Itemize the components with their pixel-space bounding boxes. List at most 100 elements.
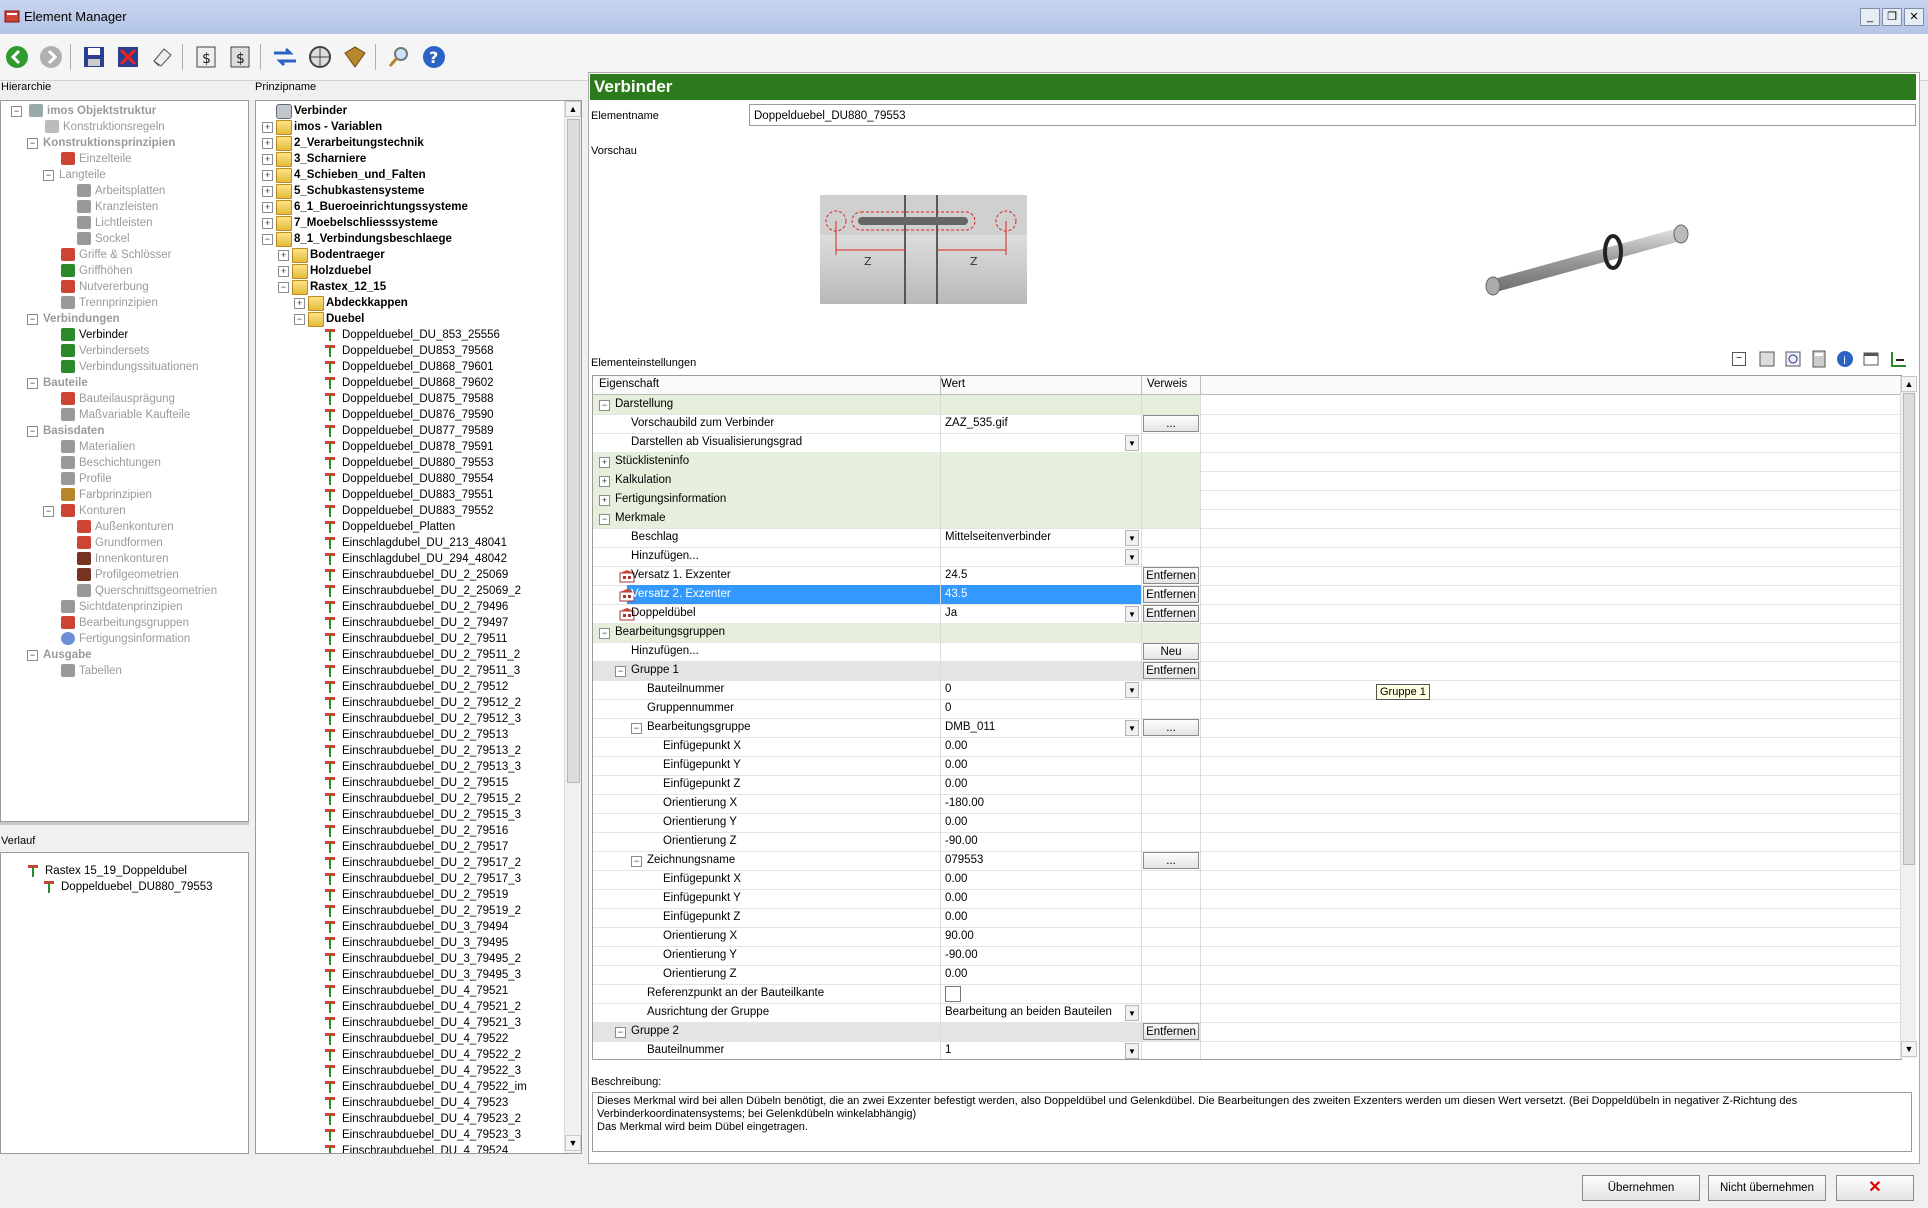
connector-item[interactable]: Einschraubduebel_DU_2_79511 [342,631,507,647]
expander-toggle[interactable]: − [11,106,22,117]
hierarchy-item[interactable]: Bauteile [43,375,88,391]
history-item[interactable]: Rastex 15_19_Doppeldubel [45,863,187,879]
property-value[interactable]: 43.5 [945,585,967,604]
reference-checkbox[interactable] [945,986,961,1002]
grid-row[interactable]: − Bearbeitungsgruppen [593,623,1901,643]
connector-item[interactable]: Einschraubduebel_DU_3_79495_3 [342,967,521,983]
folder-item[interactable]: Abdeckkappen [326,295,408,311]
connector-item[interactable]: Einschlagdubel_DU_213_48041 [342,535,507,551]
connector-item[interactable]: Doppelduebel_DU868_79602 [342,375,494,391]
expander-toggle[interactable]: + [262,154,273,165]
grid-row[interactable]: − Gruppe 1 Entfernen [593,661,1901,681]
expander-toggle[interactable]: + [262,122,273,133]
connector-item[interactable]: Doppelduebel_DU_853_25556 [342,327,500,343]
grid-row[interactable]: − Zeichnungsname 079553... [593,851,1901,871]
property-value[interactable]: Mittelseitenverbinder [945,528,1051,547]
property-value[interactable]: -180.00 [945,794,984,813]
col-verweis-header[interactable]: Verweis [1147,378,1187,390]
connector-item[interactable]: Einschraubduebel_DU_4_79522 [342,1031,508,1047]
hierarchy-item[interactable]: Langteile [59,167,106,183]
hierarchy-item[interactable]: Verbindungssituationen [79,359,199,375]
connector-item[interactable]: Einschraubduebel_DU_2_79511_3 [342,663,520,679]
grid-row[interactable]: Orientierung X 90.00 [593,927,1901,947]
chevron-down-icon[interactable]: ▼ [1125,1005,1139,1021]
folder-item[interactable]: 3_Scharniere [294,151,366,167]
expander-toggle[interactable]: + [262,202,273,213]
property-value[interactable]: -90.00 [945,946,978,965]
grid-row[interactable]: − Gruppe 2 Entfernen [593,1022,1901,1042]
connector-item[interactable]: Einschraubduebel_DU_4_79521 [342,983,508,999]
folder-item[interactable]: 4_Schieben_und_Falten [294,167,426,183]
connector-item[interactable]: Einschraubduebel_DU_2_79497 [342,615,508,631]
grid-row[interactable]: Orientierung Z -90.00 [593,832,1901,852]
apply-button[interactable]: Übernehmen [1582,1175,1700,1201]
hierarchy-item[interactable]: Sockel [95,231,130,247]
grid-row[interactable]: Einfügepunkt X 0.00 [593,737,1901,757]
hierarchy-item[interactable]: imos Objektstruktur [47,103,156,119]
hierarchy-item[interactable]: Verbinder [79,327,128,343]
reference-button[interactable]: Entfernen [1143,567,1199,584]
save-button[interactable] [80,43,108,71]
grid-row[interactable]: Orientierung Y -90.00 [593,946,1901,966]
expander-toggle[interactable]: + [599,495,610,506]
grid-row[interactable]: Hinzufügen... ▼ [593,547,1901,567]
connector-item[interactable]: Einschraubduebel_DU_4_79522_im [342,1079,527,1095]
expander-toggle[interactable]: − [599,514,610,525]
grid-row[interactable]: Vorschaubild zum Verbinder ZAZ_535.gif... [593,414,1901,434]
hierarchy-item[interactable]: Materialien [79,439,135,455]
folder-item[interactable]: 2_Verarbeitungstechnik [294,135,424,151]
connector-item[interactable]: Doppelduebel_DU853_79568 [342,343,494,359]
expander-toggle[interactable]: − [27,426,38,437]
connector-item[interactable]: Einschraubduebel_DU_2_79519_2 [342,903,521,919]
folder-item[interactable]: Verbinder [294,103,347,119]
hierarchy-item[interactable]: Kranzleisten [95,199,158,215]
import-button[interactable]: $ [192,43,220,71]
grid-row[interactable]: Orientierung Y 0.00 [593,813,1901,833]
connector-item[interactable]: Einschraubduebel_DU_2_79512_3 [342,711,521,727]
hierarchy-item[interactable]: Fertigungsinformation [79,631,190,647]
grid-row[interactable]: Versatz 2. Exzenter 43.5 Entfernen [593,585,1901,605]
connector-item[interactable]: Einschraubduebel_DU_2_79515_2 [342,791,521,807]
reference-button[interactable]: Entfernen [1143,662,1199,679]
folder-item[interactable]: imos - Variablen [294,119,382,135]
connector-item[interactable]: Einschraubduebel_DU_2_79512 [342,679,508,695]
hierarchy-item[interactable]: Grundformen [95,535,163,551]
folder-item[interactable]: 8_1_Verbindungsbeschlaege [294,231,452,247]
grid-row[interactable]: Einfügepunkt Z 0.00 [593,908,1901,928]
connector-item[interactable]: Einschraubduebel_DU_3_79495 [342,935,508,951]
connector-item[interactable]: Einschraubduebel_DU_2_79515 [342,775,508,791]
folder-item[interactable]: 5_Schubkastensysteme [294,183,424,199]
grid-row[interactable]: Bauteilnummer 0 ▼ [593,680,1901,700]
grid-row[interactable]: Bauteilnummer 1 ▼ [593,1041,1901,1059]
connector-item[interactable]: Doppelduebel_DU883_79551 [342,487,494,503]
splitter[interactable] [0,822,249,825]
chevron-down-icon[interactable]: ▼ [1125,606,1139,622]
expander-toggle[interactable]: − [294,314,305,325]
elementname-input[interactable]: Doppelduebel_DU880_79553 [749,104,1916,126]
connector-item[interactable]: Doppelduebel_DU878_79591 [342,439,494,455]
restore-button[interactable]: ❐ [1882,8,1902,26]
connector-item[interactable]: Einschraubduebel_DU_4_79521_2 [342,999,521,1015]
connector-item[interactable]: Einschraubduebel_DU_4_79523_2 [342,1111,521,1127]
hierarchy-item[interactable]: Tabellen [79,663,122,679]
hierarchy-item[interactable]: Konstruktionsprinzipien [43,135,175,151]
grid-row[interactable]: Darstellen ab Visualisierungsgrad ▼ [593,433,1901,453]
connector-item[interactable]: Einschlagdubel_DU_294_48042 [342,551,507,567]
filter-button[interactable] [306,43,334,71]
col-eigenschaft-header[interactable]: Eigenschaft [599,378,659,390]
property-value[interactable]: 0.00 [945,908,967,927]
property-value[interactable]: 90.00 [945,927,974,946]
reference-button[interactable]: ... [1143,415,1199,432]
property-value[interactable]: 0.00 [945,737,967,756]
hierarchy-item[interactable]: Farbprinzipien [79,487,152,503]
hierarchy-item[interactable]: Arbeitsplatten [95,183,165,199]
grid-row[interactable]: Hinzufügen... Neu [593,642,1901,662]
info-icon[interactable]: i [1836,350,1854,368]
connector-item[interactable]: Einschraubduebel_DU_4_79523 [342,1095,508,1111]
hierarchy-item[interactable]: Ausgabe [43,647,92,663]
expander-toggle[interactable]: − [631,856,642,867]
folder-item[interactable]: Bodentraeger [310,247,385,263]
folder-item[interactable]: 6_1_Bueroeinrichtungssysteme [294,199,468,215]
connector-item[interactable]: Einschraubduebel_DU_2_79513_3 [342,759,521,775]
chevron-down-icon[interactable]: ▼ [1125,1043,1139,1059]
